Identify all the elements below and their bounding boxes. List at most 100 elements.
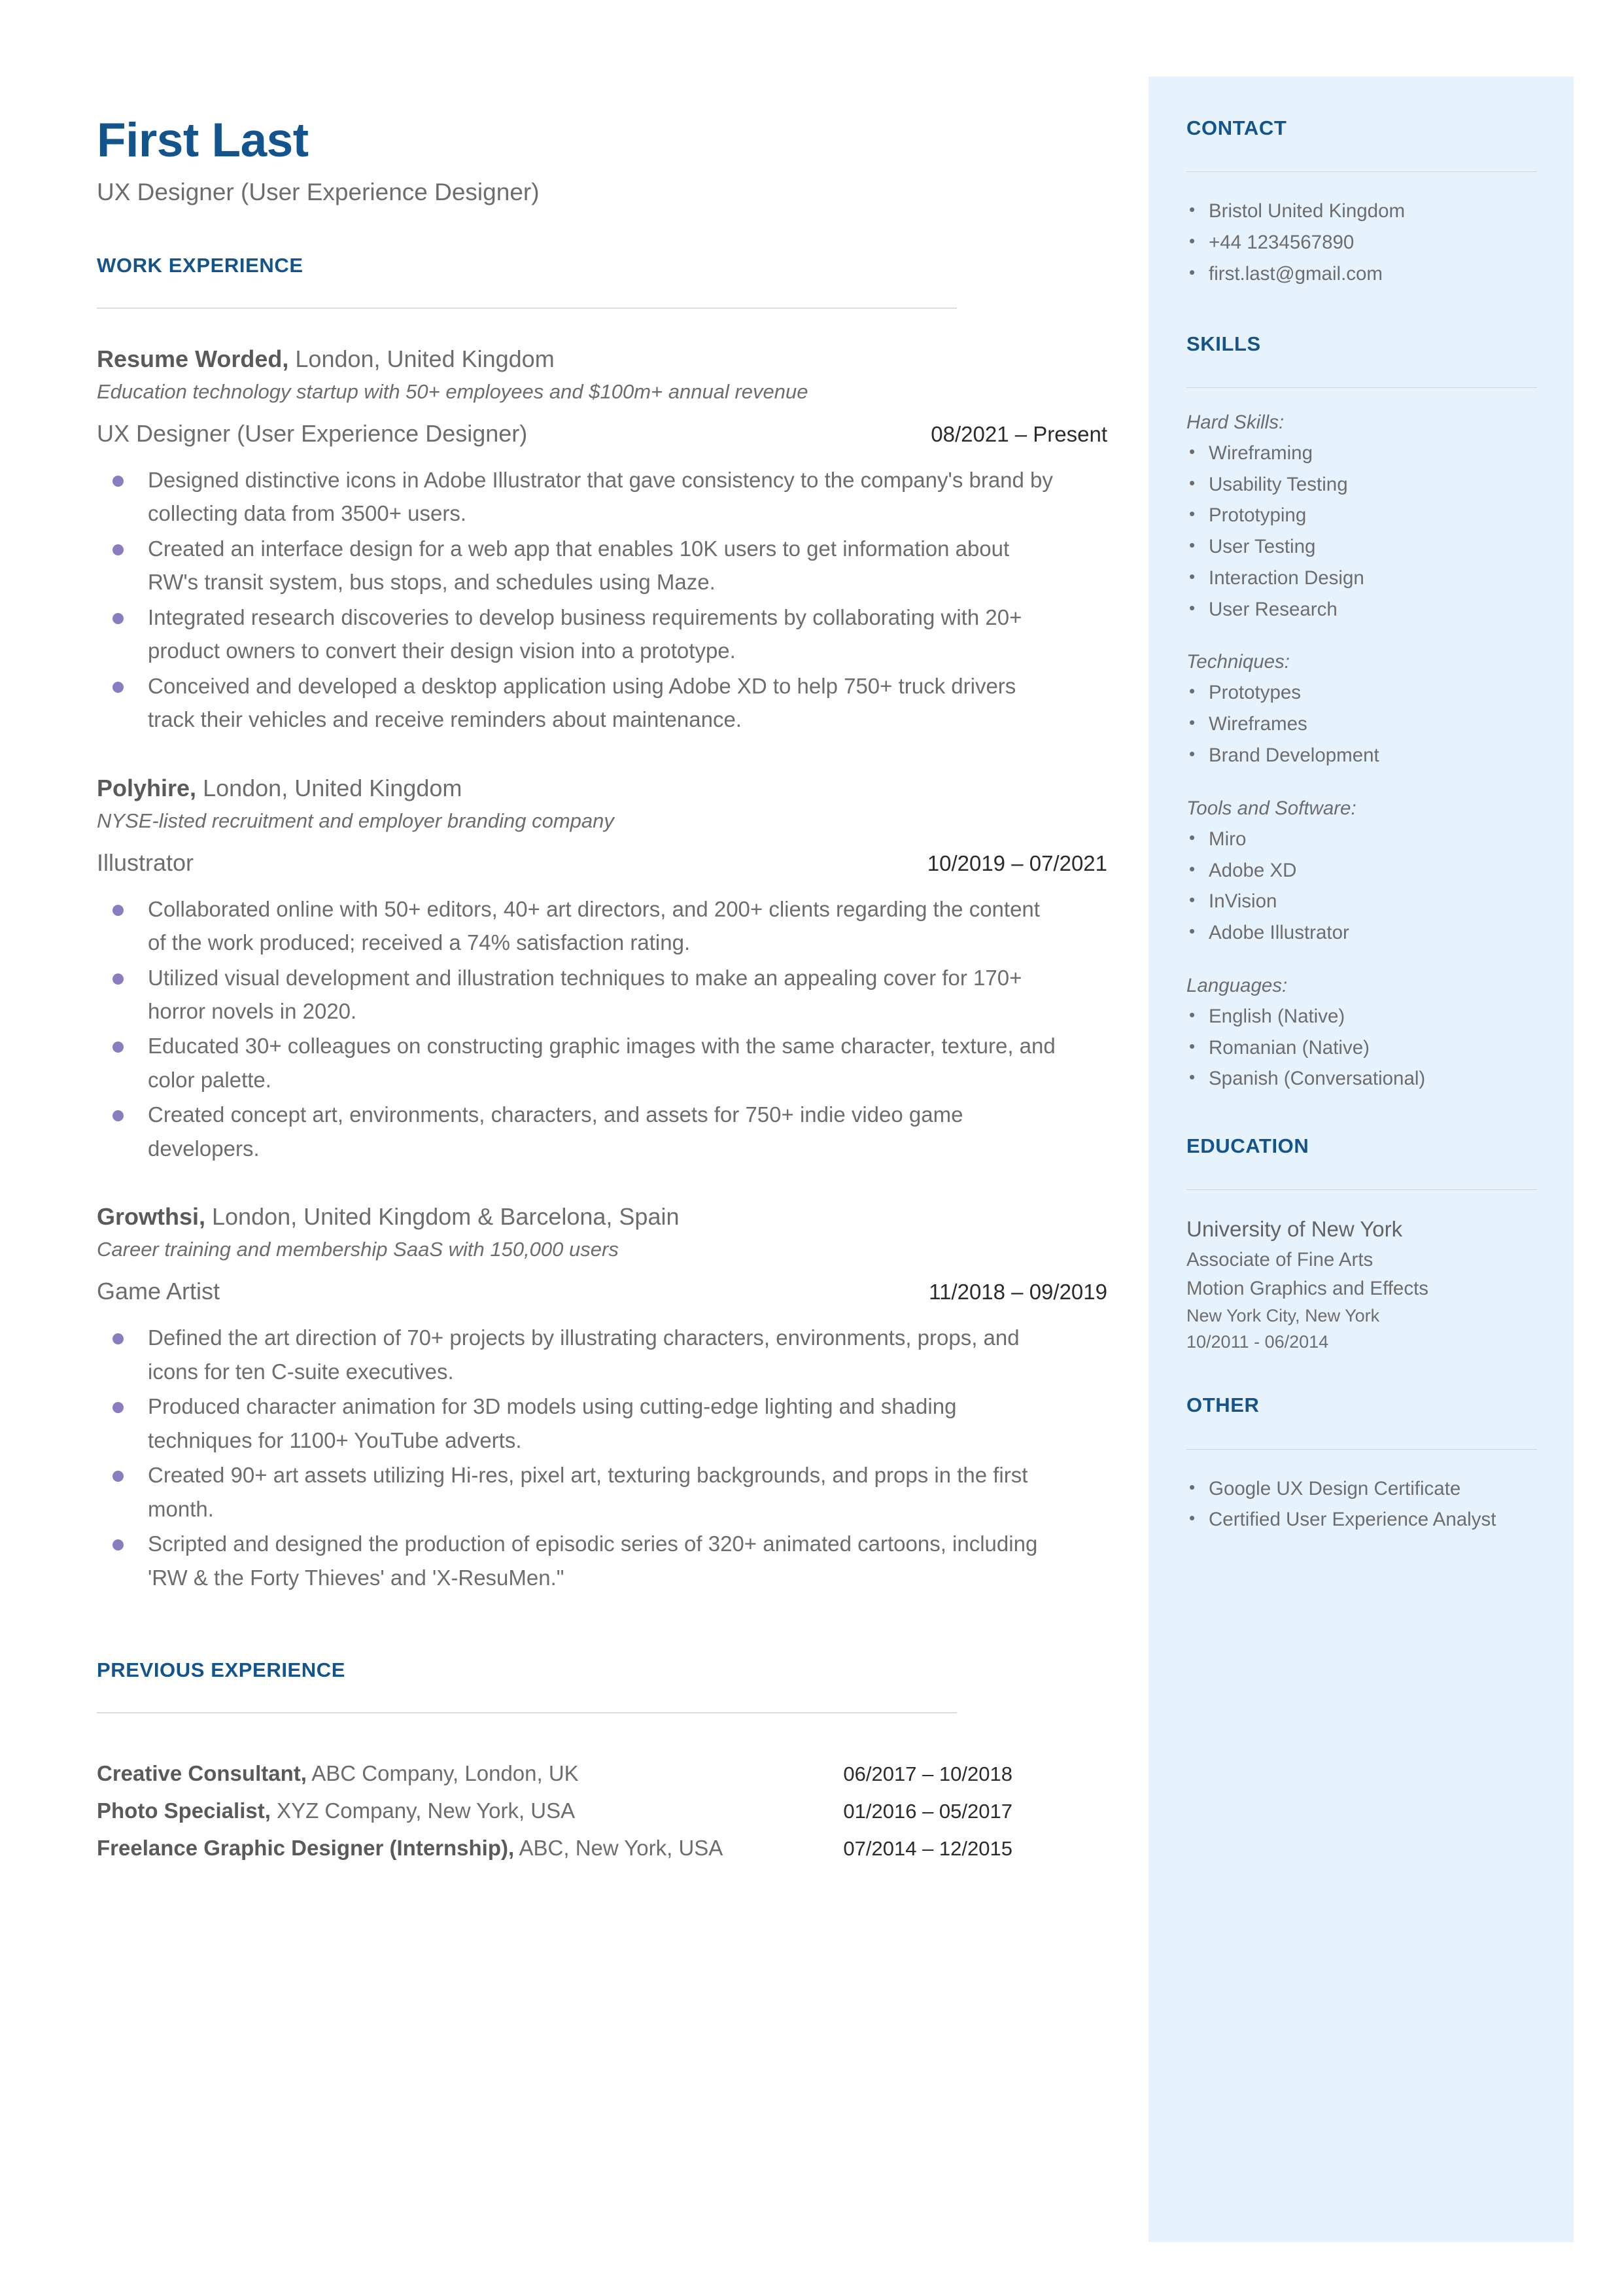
previous-detail: XYZ Company, New York, USA (270, 1798, 576, 1823)
job-company-name: Growthsi, (97, 1203, 206, 1231)
list-item: Educated 30+ colleagues on constructing … (97, 1029, 1063, 1096)
list-item: Created 90+ art assets utilizing Hi-res,… (97, 1458, 1063, 1526)
education-field: Motion Graphics and Effects (1186, 1277, 1429, 1299)
job-entry: Resume Worded, London, United Kingdom Ed… (97, 344, 1107, 737)
divider (1186, 1189, 1537, 1191)
job-bullets: Collaborated online with 50+ editors, 40… (97, 892, 1107, 1166)
previous-dates: 07/2014 – 12/2015 (843, 1836, 1012, 1860)
list-item: Conceived and developed a desktop applic… (97, 669, 1063, 737)
skills-list: English (Native) Romanian (Native) Spani… (1186, 1001, 1537, 1095)
previous-role-line: Photo Specialist, XYZ Company, New York,… (97, 1794, 575, 1829)
job-location: London, United Kingdom (196, 774, 462, 801)
section-heading-work: WORK EXPERIENCE (97, 253, 303, 277)
list-item: +44 1234567890 (1186, 227, 1537, 258)
sidebar-heading-education: EDUCATION (1186, 1134, 1309, 1158)
skills-group-label: Tools and Software: (1186, 797, 1356, 819)
list-item: Brand Development (1186, 740, 1537, 771)
list-item: Produced character animation for 3D mode… (97, 1390, 1063, 1457)
job-title-row: UX Designer (User Experience Designer) 0… (97, 420, 1107, 447)
skills-list: Wireframing Usability Testing Prototypin… (1186, 438, 1537, 625)
job-company-line: Growthsi, London, United Kingdom & Barce… (97, 1202, 1107, 1231)
job-entry: Polyhire, London, United Kingdom NYSE-li… (97, 773, 1107, 1166)
education-school: University of New York (1186, 1217, 1403, 1242)
job-title-row: Illustrator 10/2019 – 07/2021 (97, 849, 1107, 877)
table-row: Photo Specialist, XYZ Company, New York,… (97, 1794, 1012, 1829)
page-title: First Last (97, 114, 309, 167)
list-item: Adobe XD (1186, 855, 1537, 886)
list-item: Romanian (Native) (1186, 1032, 1537, 1064)
skills-group-languages: Languages: English (Native) Romanian (Na… (1186, 975, 1537, 1095)
job-company-line: Resume Worded, London, United Kingdom (97, 344, 1107, 374)
education-location: New York City, New York (1186, 1305, 1380, 1325)
list-item: Designed distinctive icons in Adobe Illu… (97, 463, 1063, 531)
job-subtitle: UX Designer (User Experience Designer) (97, 178, 540, 205)
previous-detail: ABC, New York, USA (514, 1835, 723, 1860)
previous-role: Freelance Graphic Designer (Internship), (97, 1835, 515, 1860)
table-row: Creative Consultant, ABC Company, London… (97, 1757, 1012, 1791)
skills-group-hard: Hard Skills: Wireframing Usability Testi… (1186, 412, 1537, 625)
list-item: Spanish (Conversational) (1186, 1063, 1537, 1095)
contact-list: Bristol United Kingdom +44 1234567890 fi… (1186, 196, 1537, 289)
job-title: UX Designer (User Experience Designer) (97, 419, 528, 447)
divider (97, 307, 957, 309)
list-item: Integrated research discoveries to devel… (97, 601, 1063, 668)
list-item: Collaborated online with 50+ editors, 40… (97, 892, 1063, 960)
list-item: Wireframing (1186, 438, 1537, 469)
list-item: User Testing (1186, 531, 1537, 563)
list-item: Interaction Design (1186, 563, 1537, 594)
divider (1186, 1448, 1537, 1450)
previous-role-line: Creative Consultant, ABC Company, London… (97, 1757, 579, 1791)
sidebar-heading-other: OTHER (1186, 1393, 1260, 1417)
list-item: Created an interface design for a web ap… (97, 532, 1063, 599)
job-dates: 10/2019 – 07/2021 (927, 850, 1107, 875)
skills-group-label: Languages: (1186, 974, 1288, 996)
previous-dates: 01/2016 – 05/2017 (843, 1799, 1012, 1823)
divider (97, 1712, 957, 1714)
sidebar-heading-contact: CONTACT (1186, 116, 1287, 139)
main-content: First Last UX Designer (User Experience … (97, 0, 1107, 1865)
previous-role: Photo Specialist, (97, 1798, 271, 1823)
list-item: Usability Testing (1186, 469, 1537, 500)
divider (1186, 387, 1537, 388)
previous-role-line: Freelance Graphic Designer (Internship),… (97, 1831, 723, 1866)
previous-dates: 06/2017 – 10/2018 (843, 1762, 1012, 1786)
list-item: English (Native) (1186, 1001, 1537, 1032)
list-item: Certified User Experience Analyst (1186, 1504, 1537, 1535)
section-previous-experience: PREVIOUS EXPERIENCE Creative Consultant,… (97, 1658, 1107, 1865)
section-heading-previous: PREVIOUS EXPERIENCE (97, 1658, 346, 1682)
job-dates: 11/2018 – 09/2019 (929, 1280, 1107, 1305)
list-item: Wireframes (1186, 709, 1537, 740)
job-description: Career training and membership SaaS with… (97, 1238, 619, 1261)
list-item: Miro (1186, 824, 1537, 855)
list-item: Defined the art direction of 70+ project… (97, 1321, 1063, 1388)
other-list: Google UX Design Certificate Certified U… (1186, 1473, 1537, 1536)
education-degree: Associate of Fine Arts (1186, 1249, 1373, 1271)
job-title: Illustrator (97, 849, 194, 876)
job-entry: Growthsi, London, United Kingdom & Barce… (97, 1202, 1107, 1594)
skills-group-techniques: Techniques: Prototypes Wireframes Brand … (1186, 651, 1537, 771)
list-item: Created concept art, environments, chara… (97, 1098, 1063, 1165)
job-company-line: Polyhire, London, United Kingdom (97, 773, 1107, 803)
job-description: NYSE-listed recruitment and employer bra… (97, 809, 614, 832)
list-item: User Research (1186, 594, 1537, 625)
job-bullets: Designed distinctive icons in Adobe Illu… (97, 463, 1107, 737)
sidebar-heading-skills: SKILLS (1186, 332, 1261, 355)
list-item: Prototyping (1186, 500, 1537, 531)
education-entry: University of New York Associate of Fine… (1186, 1214, 1537, 1355)
skills-group-label: Techniques: (1186, 651, 1290, 673)
job-title-row: Game Artist 11/2018 – 09/2019 (97, 1278, 1107, 1305)
divider (1186, 171, 1537, 173)
skills-list: Prototypes Wireframes Brand Development (1186, 677, 1537, 771)
job-dates: 08/2021 – Present (931, 421, 1107, 446)
previous-detail: ABC Company, London, UK (306, 1761, 579, 1786)
job-company-name: Resume Worded, (97, 345, 289, 372)
table-row: Freelance Graphic Designer (Internship),… (97, 1831, 1012, 1866)
skills-list: Miro Adobe XD InVision Adobe Illustrator (1186, 824, 1537, 949)
list-item: Google UX Design Certificate (1186, 1473, 1537, 1505)
section-work-experience: WORK EXPERIENCE Resume Worded, London, U… (97, 254, 1107, 1594)
job-bullets: Defined the art direction of 70+ project… (97, 1321, 1107, 1594)
list-item: Prototypes (1186, 677, 1537, 709)
previous-role: Creative Consultant, (97, 1761, 307, 1786)
education-dates: 10/2011 - 06/2014 (1186, 1331, 1329, 1352)
skills-group-tools: Tools and Software: Miro Adobe XD InVisi… (1186, 797, 1537, 949)
